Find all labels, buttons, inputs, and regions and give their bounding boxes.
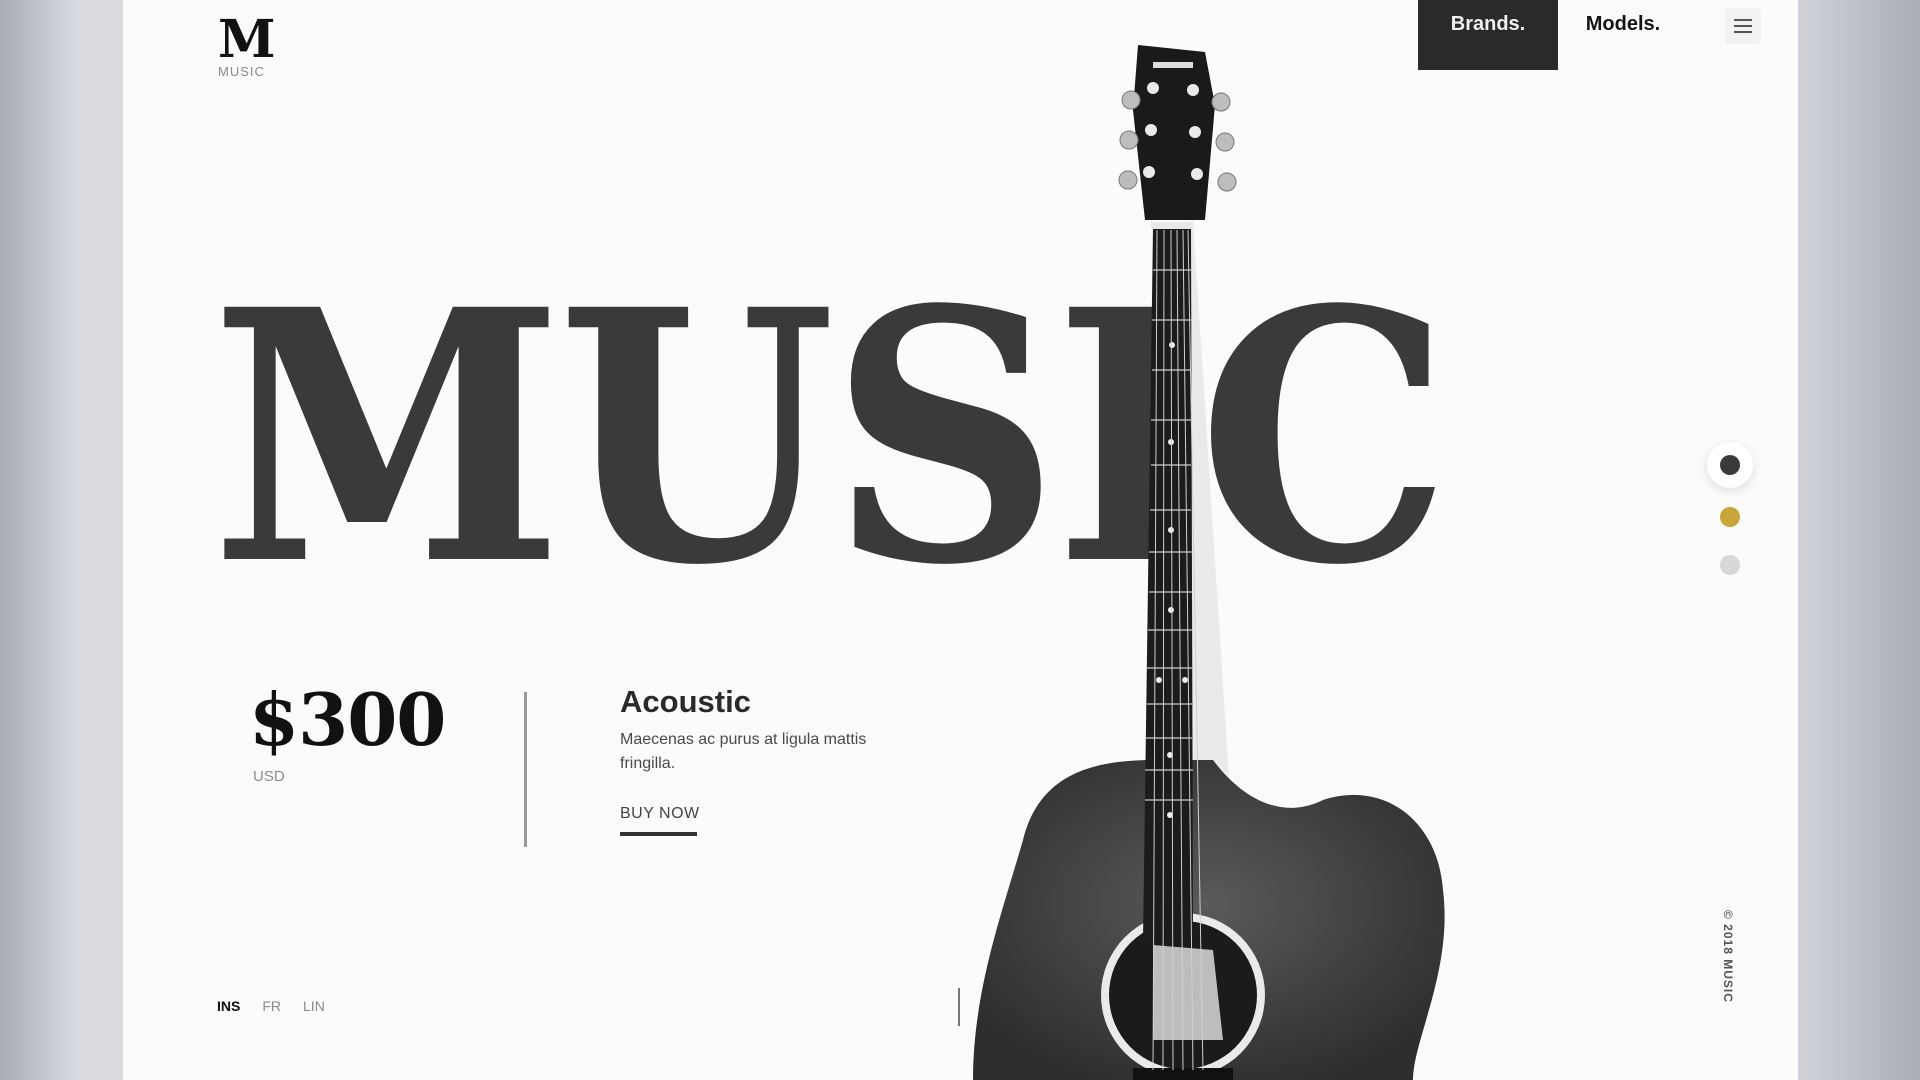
logo[interactable]: M MUSIC [218,9,276,80]
slider-dot-3[interactable] [1720,555,1740,575]
menu-area [1688,0,1798,70]
menu-icon [1734,19,1752,21]
info-divider [524,692,527,847]
copyright-wrap: © 2018 MUSIC [1721,910,1798,1003]
page-card: M MUSIC Brands. Models. MUSIC $300 USD A… [123,0,1798,1080]
product-description: Maecenas ac purus at ligula mattis fring… [620,731,867,772]
menu-icon-line [1734,31,1752,33]
decorative-tick [958,988,960,1026]
lang-option-ins[interactable]: INS [217,998,240,1014]
menu-button[interactable] [1725,8,1761,44]
logo-mark: M [218,9,276,70]
lang-option-fr[interactable]: FR [262,998,281,1014]
lang-option-lin[interactable]: LIN [303,998,325,1014]
product-price: $300 [249,677,446,762]
copyright-text: © 2018 MUSIC [1721,910,1735,1003]
price-currency: USD [253,768,285,785]
menu-icon-line [1734,25,1752,27]
buy-now-underline [620,832,697,836]
product-title: Acoustic [620,684,751,719]
slider-dot-2[interactable] [1720,507,1740,527]
nav-models-link[interactable]: Models. [1558,0,1688,70]
guitar-image [973,45,1445,1080]
language-switcher: INS FR LIN [217,998,325,1014]
slider-dot-1[interactable] [1720,455,1740,475]
buy-now-link[interactable]: BUY NOW [620,805,700,823]
